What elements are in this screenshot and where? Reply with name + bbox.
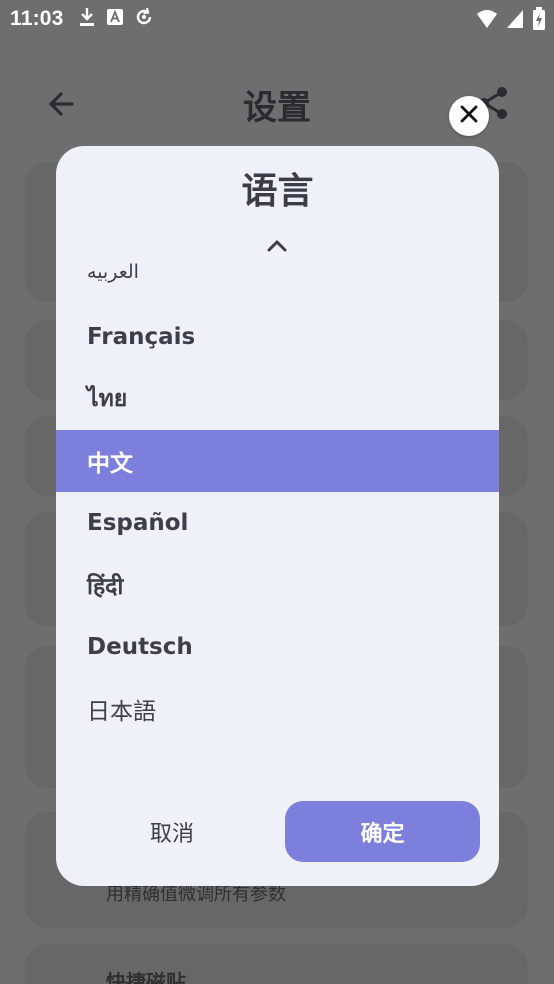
battery-icon	[532, 7, 546, 35]
language-option[interactable]: ไทย	[56, 368, 499, 430]
dialog-title: 语言	[241, 171, 314, 212]
language-option-selected[interactable]: 中文	[56, 430, 499, 492]
status-time: 11:03	[10, 7, 64, 30]
language-option[interactable]: Español	[56, 492, 499, 554]
language-option[interactable]: Français	[56, 306, 499, 368]
cancel-button[interactable]: 取消	[112, 802, 232, 862]
settings-heading: 快捷磁贴	[106, 970, 186, 984]
language-option[interactable]: Deutsch	[56, 616, 499, 678]
language-option[interactable]: हिंदी	[56, 554, 499, 616]
status-bar: 11:03	[0, 0, 554, 38]
close-icon	[460, 105, 478, 127]
close-button[interactable]	[449, 96, 489, 136]
settings-card	[25, 944, 528, 984]
confirm-button[interactable]: 确定	[285, 801, 480, 862]
signal-icon	[506, 9, 524, 33]
wifi-icon	[476, 9, 498, 33]
language-list[interactable]: العربيه Français ไทย 中文 Español हिंदी De…	[56, 242, 499, 832]
language-option[interactable]: 日本語	[56, 678, 499, 740]
language-option-arabic[interactable]: العربيه	[56, 252, 499, 292]
sync-icon	[134, 7, 154, 31]
font-icon	[106, 8, 124, 30]
download-icon	[78, 7, 96, 31]
language-dialog: 语言 العربيه Français ไทย 中文 Español हिंदी…	[56, 146, 499, 886]
